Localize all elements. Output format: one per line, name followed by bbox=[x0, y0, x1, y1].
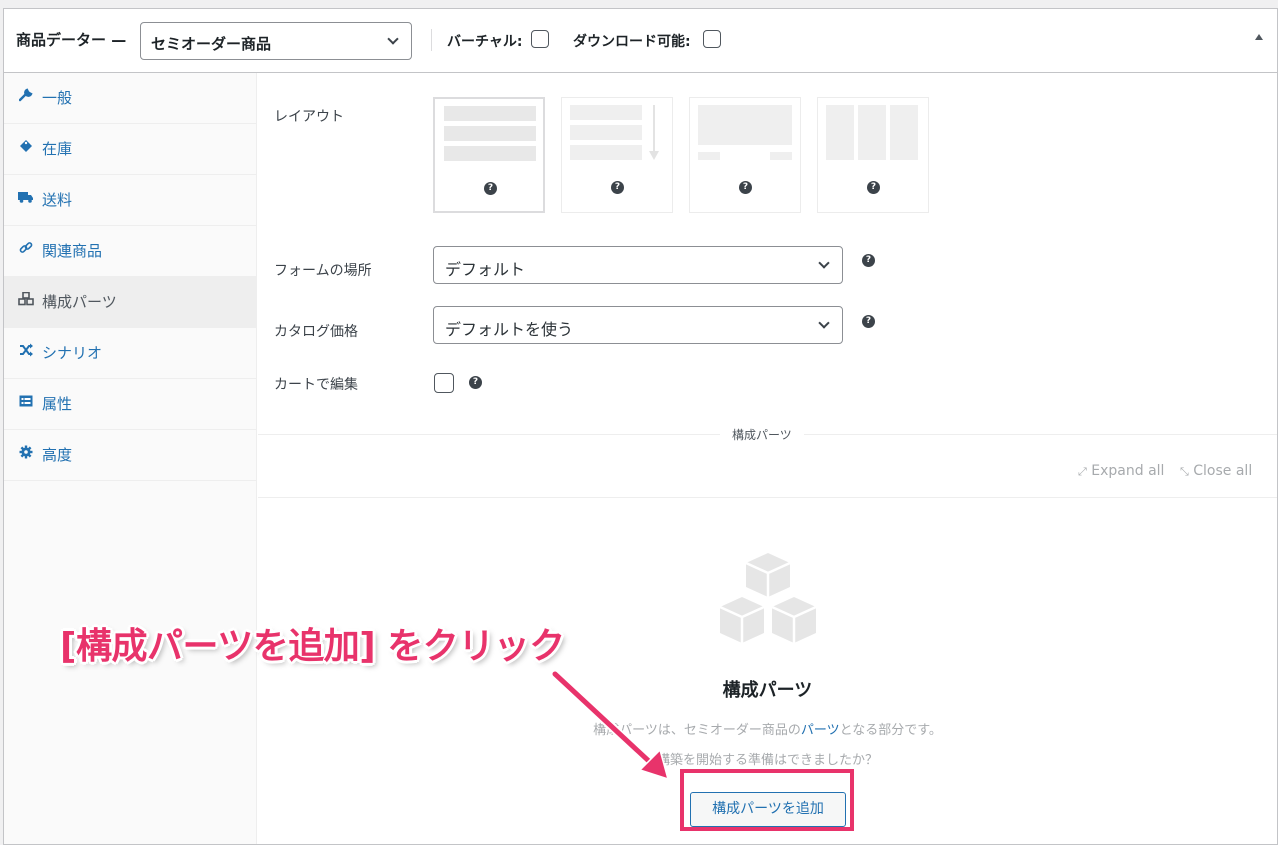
annotation-callout: [構成パーツを追加] をクリック bbox=[60, 626, 565, 667]
catalog-price-value: デフォルトを使う bbox=[445, 320, 574, 339]
expand-icon: ⤢ bbox=[1078, 465, 1087, 478]
expand-all-link[interactable]: ⤢ Expand all bbox=[1078, 463, 1164, 479]
product-data-header: 商品データー — セミオーダー商品 バーチャル: ダウンロード可能: bbox=[4, 9, 1277, 73]
product-type-select[interactable]: セミオーダー商品 bbox=[140, 22, 412, 60]
product-data-title: 商品データー — bbox=[16, 31, 127, 49]
product-data-tabs: 一般 在庫 送料 関連商品 構成パーツ シナリオ 属性 高度 bbox=[4, 73, 257, 844]
components-section-title: 構成パーツ bbox=[720, 426, 804, 443]
tab-scenarios[interactable]: シナリオ bbox=[4, 328, 256, 379]
help-icon[interactable]: ? bbox=[867, 181, 880, 194]
gear-icon bbox=[17, 445, 35, 463]
tab-label: 一般 bbox=[42, 89, 73, 107]
product-type-value: セミオーダー商品 bbox=[151, 35, 272, 53]
tab-linked-products[interactable]: 関連商品 bbox=[4, 226, 256, 277]
close-all-label: Close all bbox=[1193, 463, 1253, 479]
annotation-highlight-box bbox=[680, 769, 854, 831]
layout-label: レイアウト bbox=[274, 109, 344, 125]
empty-state-description: 構成パーツは、セミオーダー商品のパーツとなる部分です。 bbox=[258, 719, 1277, 738]
chevron-down-icon bbox=[818, 257, 830, 269]
downloadable-checkbox[interactable] bbox=[703, 30, 721, 48]
tag-icon bbox=[17, 139, 35, 157]
collapse-icon: ⤡ bbox=[1180, 465, 1189, 478]
edit-in-cart-label: カートで編集 bbox=[274, 377, 358, 393]
link-icon bbox=[17, 241, 35, 259]
truck-icon bbox=[17, 190, 35, 208]
layout-option-stacked[interactable]: ? bbox=[433, 97, 545, 213]
tab-inventory[interactable]: 在庫 bbox=[4, 124, 256, 175]
tab-general[interactable]: 一般 bbox=[4, 73, 256, 124]
layout-option-paged[interactable]: ? bbox=[689, 97, 801, 213]
chevron-down-icon bbox=[387, 33, 399, 45]
chevron-down-icon bbox=[818, 317, 830, 329]
collapse-panel-icon[interactable] bbox=[1255, 34, 1263, 40]
tab-label: 属性 bbox=[42, 395, 73, 413]
layout-option-columns[interactable]: ? bbox=[817, 97, 929, 213]
cubes-icon bbox=[17, 291, 35, 310]
virtual-label: バーチャル: bbox=[447, 34, 523, 50]
tab-components[interactable]: 構成パーツ bbox=[4, 277, 256, 328]
expand-all-label: Expand all bbox=[1091, 463, 1165, 479]
tab-advanced[interactable]: 高度 bbox=[4, 430, 256, 481]
help-icon[interactable]: ? bbox=[862, 315, 875, 328]
help-icon[interactable]: ? bbox=[862, 254, 875, 267]
description-text: となる部分です。 bbox=[839, 723, 942, 738]
tab-label: 高度 bbox=[42, 446, 73, 464]
help-icon[interactable]: ? bbox=[484, 182, 497, 195]
list-icon bbox=[17, 394, 35, 412]
catalog-price-label: カタログ価格 bbox=[274, 324, 358, 340]
downloadable-label: ダウンロード可能: bbox=[573, 34, 691, 50]
tab-label: 送料 bbox=[42, 191, 73, 209]
header-divider bbox=[431, 29, 432, 51]
product-data-panel: 商品データー — セミオーダー商品 バーチャル: ダウンロード可能: 一般 在庫 bbox=[3, 8, 1278, 845]
toolbar-divider bbox=[258, 497, 1277, 498]
virtual-checkbox[interactable] bbox=[531, 30, 549, 48]
help-icon[interactable]: ? bbox=[739, 181, 752, 194]
help-icon[interactable]: ? bbox=[469, 376, 482, 389]
components-panel: レイアウト ? ? ? ? フォームの場所 デフォルト ? カタログ価格 デフォ… bbox=[258, 73, 1277, 844]
tab-label: 構成パーツ bbox=[42, 293, 117, 311]
shuffle-icon bbox=[17, 343, 35, 361]
form-location-value: デフォルト bbox=[445, 260, 526, 279]
form-location-label: フォームの場所 bbox=[274, 263, 372, 279]
tab-attributes[interactable]: 属性 bbox=[4, 379, 256, 430]
cubes-placeholder-icon bbox=[716, 553, 820, 649]
empty-state-title: 構成パーツ bbox=[722, 680, 813, 701]
tab-label: 関連商品 bbox=[42, 242, 103, 260]
catalog-price-select[interactable]: デフォルトを使う bbox=[433, 306, 843, 344]
description-text: 構成パーツは、セミオーダー商品の bbox=[593, 723, 801, 738]
edit-in-cart-checkbox[interactable] bbox=[434, 373, 454, 393]
empty-state-question: 構築を開始する準備はできましたか？ bbox=[656, 753, 878, 768]
tab-label: シナリオ bbox=[42, 344, 103, 362]
tab-label: 在庫 bbox=[42, 140, 73, 158]
wrench-icon bbox=[17, 88, 35, 106]
help-icon[interactable]: ? bbox=[611, 181, 624, 194]
close-all-link[interactable]: ⤡ Close all bbox=[1180, 463, 1252, 479]
parts-link[interactable]: パーツ bbox=[801, 723, 840, 738]
tab-shipping[interactable]: 送料 bbox=[4, 175, 256, 226]
form-location-select[interactable]: デフォルト bbox=[433, 246, 843, 284]
layout-option-progressive[interactable]: ? bbox=[561, 97, 673, 213]
